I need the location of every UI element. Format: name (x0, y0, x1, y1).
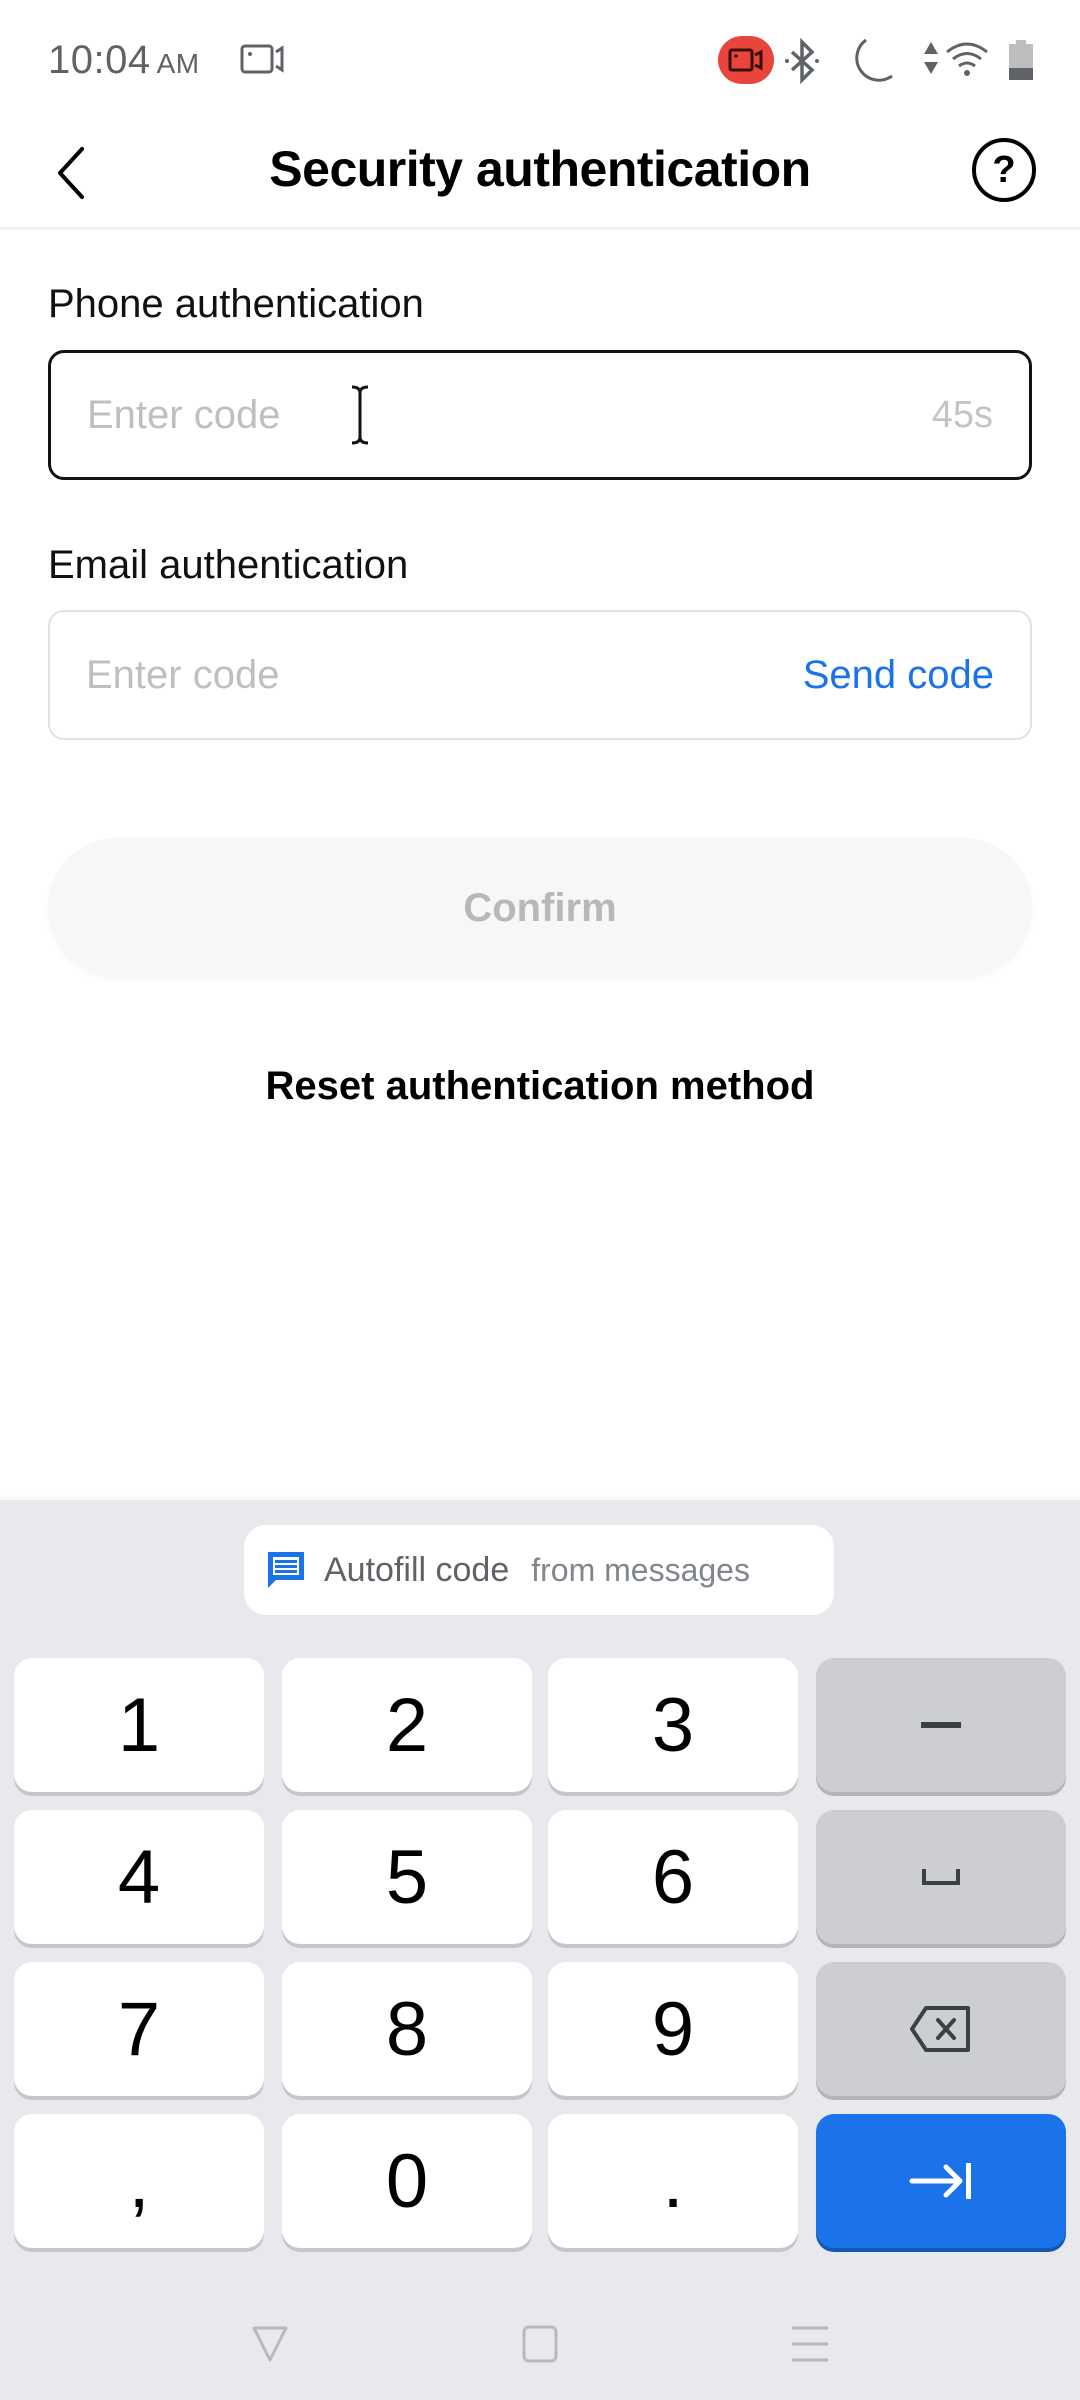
message-icon (268, 1552, 304, 1588)
recording-indicator-icon (718, 36, 774, 84)
key-period[interactable]: . (548, 2114, 798, 2248)
backspace-icon (910, 2006, 970, 2052)
battery-icon (1008, 40, 1034, 80)
dash-icon (921, 1722, 961, 1728)
app-header: Security authentication ? (0, 120, 1080, 230)
numeric-keyboard: Autofill code from messages 1 2 3 4 5 6 … (0, 1500, 1080, 2400)
text-cursor-icon (351, 385, 369, 445)
page-title: Security authentication (269, 141, 811, 197)
square-home-icon (522, 2325, 558, 2363)
key-3[interactable]: 3 (548, 1658, 798, 1792)
bluetooth-icon (784, 37, 820, 85)
key-0[interactable]: 0 (282, 2114, 532, 2248)
status-time: 10:04 AM (48, 38, 200, 83)
key-1[interactable]: 1 (14, 1658, 264, 1792)
key-comma[interactable]: , (14, 2114, 264, 2248)
key-7[interactable]: 7 (14, 1962, 264, 2096)
confirm-button[interactable]: Confirm (48, 838, 1032, 978)
key-next[interactable] (816, 2114, 1066, 2248)
key-6[interactable]: 6 (548, 1810, 798, 1944)
key-2[interactable]: 2 (282, 1658, 532, 1792)
phone-auth-label: Phone authentication (48, 282, 424, 326)
key-space[interactable] (816, 1810, 1066, 1944)
status-time-value: 10:04 (48, 38, 151, 82)
triangle-back-icon (252, 2326, 288, 2362)
space-icon (922, 1869, 960, 1885)
system-nav-bar (0, 2250, 1080, 2400)
key-backspace[interactable] (816, 1962, 1066, 2096)
key-8[interactable]: 8 (282, 1962, 532, 2096)
nav-back-button[interactable] (240, 2314, 300, 2374)
phone-code-input[interactable] (87, 392, 932, 438)
email-code-field[interactable]: Send code (48, 610, 1032, 740)
email-code-input[interactable] (86, 652, 803, 698)
key-9[interactable]: 9 (548, 1962, 798, 2096)
key-5[interactable]: 5 (282, 1810, 532, 1944)
question-mark-icon: ? (992, 148, 1016, 191)
phone-code-field[interactable]: 45s (48, 350, 1032, 480)
key-4[interactable]: 4 (14, 1810, 264, 1944)
status-bar: 10:04 AM (0, 0, 1080, 120)
autofill-sub-text: from messages (531, 1551, 750, 1588)
resend-countdown: 45s (931, 393, 993, 436)
email-auth-label: Email authentication (48, 543, 409, 587)
nav-recents-button[interactable] (780, 2314, 840, 2374)
reset-authentication-link[interactable]: Reset authentication method (0, 1064, 1080, 1109)
recents-menu-icon (792, 2326, 828, 2362)
status-time-ampm: AM (156, 48, 200, 79)
send-code-button[interactable]: Send code (803, 653, 994, 698)
do-not-disturb-moon-icon (848, 36, 896, 86)
tab-next-icon (909, 2163, 971, 2199)
data-arrows-icon (922, 40, 940, 76)
key-dash[interactable] (816, 1658, 1066, 1792)
wifi-icon (944, 40, 990, 78)
autofill-main-text: Autofill code (324, 1550, 510, 1589)
nav-home-button[interactable] (510, 2314, 570, 2374)
autofill-code-chip[interactable]: Autofill code from messages (244, 1525, 834, 1615)
help-button[interactable]: ? (972, 138, 1036, 202)
screen-record-icon (240, 44, 286, 74)
